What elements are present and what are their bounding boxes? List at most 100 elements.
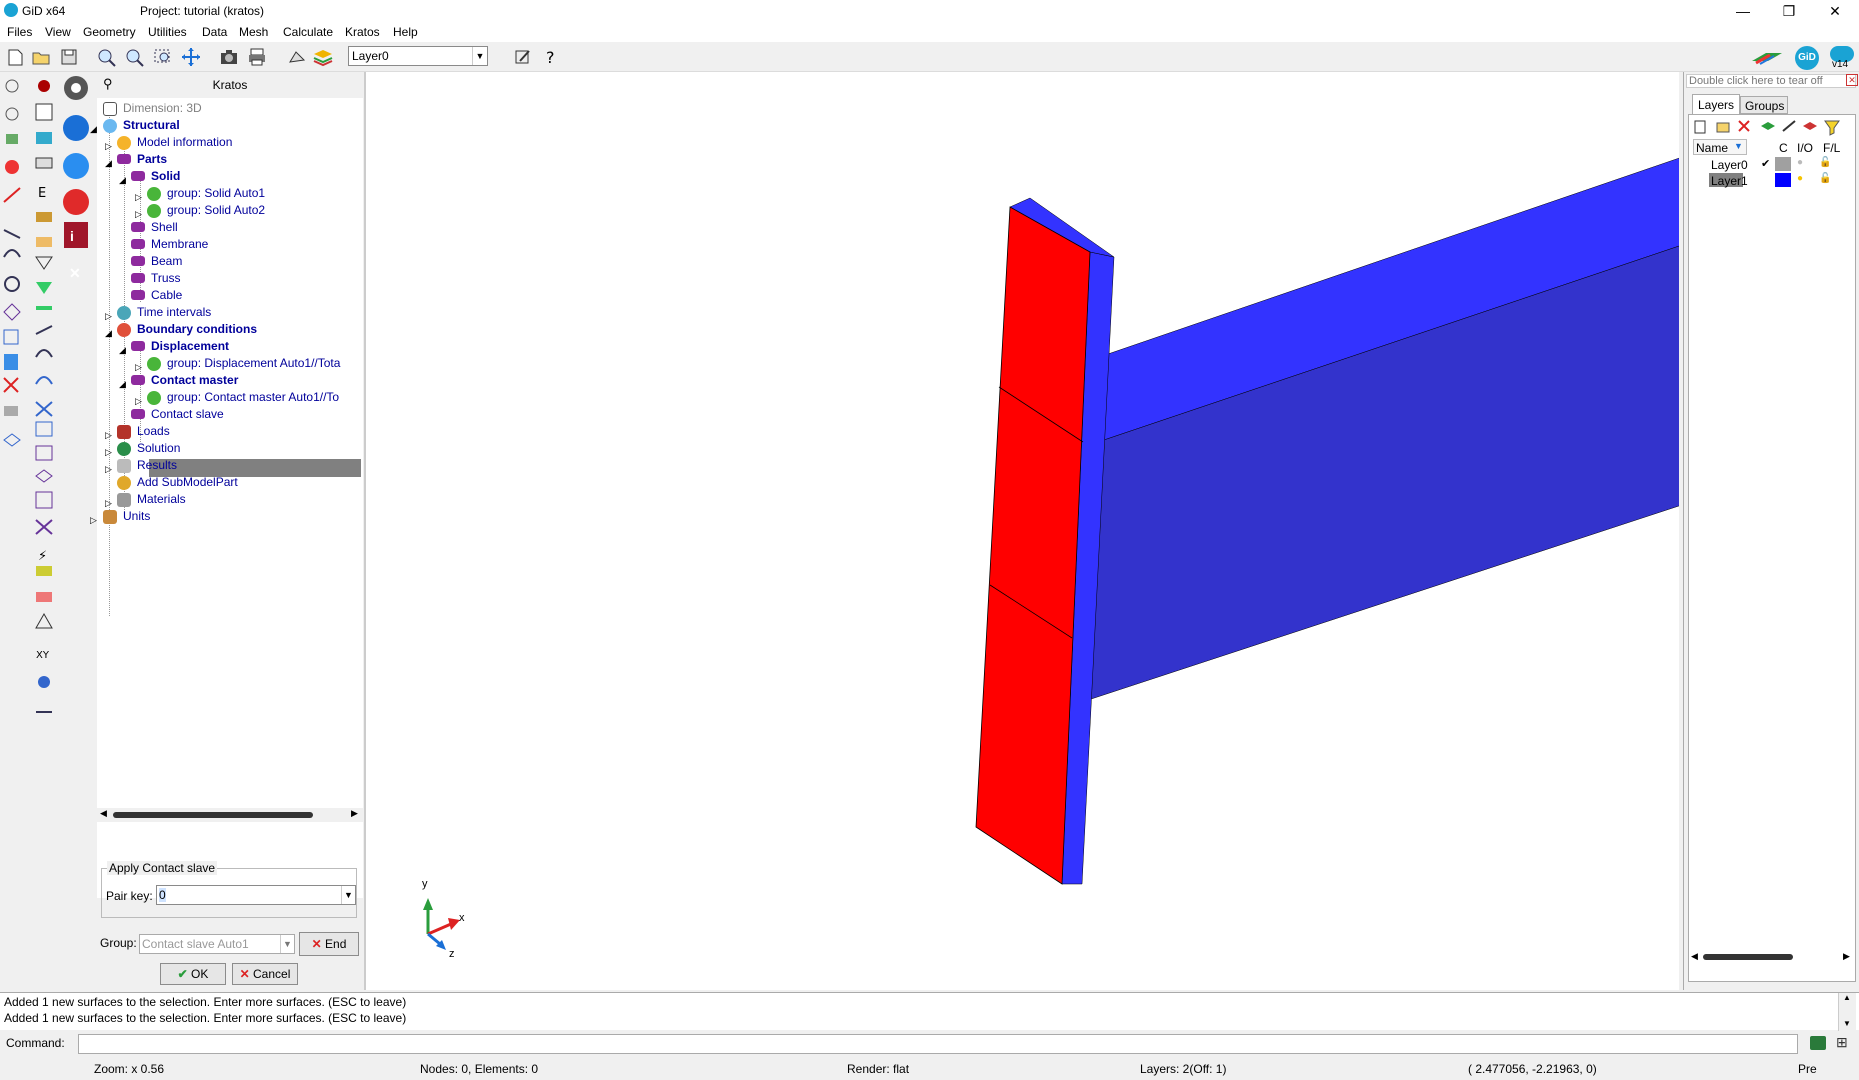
layers-icon[interactable] — [312, 47, 334, 67]
layers-horizontal-scrollbar[interactable]: ◀ ▶ — [1689, 951, 1855, 963]
tear-off-bar[interactable]: Double click here to tear off — [1686, 74, 1856, 88]
tree-view[interactable]: Dimension: 3D ◢ Structural ▷ Model infor… — [90, 98, 363, 898]
message-scrollbar[interactable]: ▲ ▼ — [1838, 993, 1856, 1031]
chevron-down-icon[interactable]: ▼ — [472, 47, 487, 65]
tree-node-solid[interactable]: Solid — [131, 169, 180, 187]
layer-row[interactable]: Layer0 ✔ ● 🔓 — [1693, 157, 1853, 173]
expand-icon[interactable]: ▷ — [105, 465, 114, 474]
collapse-icon[interactable]: ◢ — [119, 346, 128, 355]
pan-icon[interactable] — [180, 47, 202, 67]
expand-icon[interactable]: ▷ — [90, 516, 99, 525]
tree-node-loads[interactable]: Loads — [117, 424, 170, 442]
collapse-icon[interactable]: ◢ — [105, 329, 114, 338]
tree-node-contact-slave[interactable]: Contact slave — [131, 407, 224, 425]
zoom-out-icon[interactable] — [124, 47, 146, 67]
expand-icon[interactable]: ▷ — [105, 312, 114, 321]
print-icon[interactable] — [246, 47, 268, 67]
layer-color-swatch[interactable] — [1775, 173, 1791, 187]
menu-calculate[interactable]: Calculate — [283, 25, 333, 39]
close-panel-icon[interactable]: ✕ — [1846, 74, 1858, 86]
info-icon[interactable]: i — [70, 228, 74, 244]
tree-node-displacement[interactable]: Displacement — [131, 339, 229, 357]
tab-layers[interactable]: Layers — [1692, 94, 1740, 114]
menu-help[interactable]: Help — [393, 25, 418, 39]
restore-button[interactable]: ❐ — [1766, 0, 1812, 22]
graphics-viewport[interactable]: y x z — [364, 72, 1679, 990]
expand-icon[interactable]: ▷ — [105, 431, 114, 440]
sort-icon[interactable]: ▼ — [1734, 141, 1743, 151]
layer-toggle-icon[interactable] — [286, 47, 308, 67]
grid-icon[interactable]: ⊞ — [1836, 1034, 1848, 1051]
expand-icon[interactable]: ▷ — [135, 210, 144, 219]
tree-node-units[interactable]: Units — [103, 509, 150, 527]
scroll-right-icon[interactable]: ▶ — [351, 808, 358, 819]
tree-node-group-displacement-auto1[interactable]: group: Displacement Auto1//Tota — [147, 356, 340, 374]
expand-icon[interactable]: ▷ — [135, 193, 144, 202]
collapse-icon[interactable]: ◢ — [105, 159, 114, 168]
zoom-frame-icon[interactable] — [152, 47, 174, 67]
expand-icon[interactable]: ▷ — [135, 397, 144, 406]
minimize-button[interactable]: — — [1720, 0, 1766, 22]
expand-icon[interactable]: ▷ — [105, 448, 114, 457]
end-button[interactable]: ✕ End — [299, 932, 359, 956]
new-file-icon[interactable] — [4, 47, 26, 67]
tree-node-group-solid-auto2[interactable]: group: Solid Auto2 — [147, 203, 265, 221]
menu-kratos[interactable]: Kratos — [345, 25, 380, 39]
scroll-down-icon[interactable]: ▼ — [1843, 1019, 1851, 1028]
menu-utilities[interactable]: Utilities — [148, 25, 187, 39]
cancel-button[interactable]: ✕ Cancel — [232, 963, 298, 985]
close-button[interactable]: ✕ — [1812, 0, 1858, 22]
mouse-icon[interactable] — [1810, 1036, 1826, 1050]
tree-node-contact-master[interactable]: Contact master — [131, 373, 238, 391]
camera-icon[interactable] — [218, 47, 240, 67]
tree-node-structural[interactable]: Structural — [103, 118, 180, 136]
tree-node-shell[interactable]: Shell — [131, 220, 178, 238]
collapse-icon[interactable]: ◢ — [90, 125, 99, 134]
tree-node-cable[interactable]: Cable — [131, 288, 182, 306]
menu-geometry[interactable]: Geometry — [83, 25, 136, 39]
tree-node-solution[interactable]: Solution — [117, 441, 180, 459]
tree-node-beam[interactable]: Beam — [131, 254, 182, 272]
lock-icon[interactable]: 🔓 — [1819, 157, 1831, 168]
tree-node-parts[interactable]: Parts — [117, 152, 167, 170]
tree-node-boundary-conditions[interactable]: Boundary conditions — [117, 322, 257, 340]
pair-key-combo[interactable]: 0 ▼ — [156, 885, 356, 905]
zoom-in-icon[interactable] — [96, 47, 118, 67]
scroll-thumb[interactable] — [113, 812, 313, 818]
tree-node-truss[interactable]: Truss — [131, 271, 181, 289]
chevron-down-icon[interactable]: ▼ — [280, 935, 294, 953]
expand-icon[interactable]: ▷ — [105, 142, 114, 151]
tab-groups[interactable]: Groups — [1740, 96, 1788, 114]
scroll-up-icon[interactable]: ▲ — [1843, 993, 1851, 1002]
tree-node-group-solid-auto1[interactable]: group: Solid Auto1 — [147, 186, 265, 204]
expand-icon[interactable]: ▷ — [135, 363, 144, 372]
group-combo[interactable]: Contact slave Auto1 ▼ — [139, 934, 295, 954]
layer-row[interactable]: Layer1 ● 🔓 — [1693, 173, 1853, 189]
tree-node-group-contact-master-auto1[interactable]: group: Contact master Auto1//To — [147, 390, 339, 408]
pair-key-value[interactable]: 0 — [159, 888, 166, 902]
expand-icon[interactable]: ▷ — [105, 499, 114, 508]
help-icon[interactable]: ? — [540, 47, 562, 67]
collapse-icon[interactable]: ◢ — [119, 380, 128, 389]
save-icon[interactable] — [58, 47, 80, 67]
scroll-left-icon[interactable]: ◀ — [1691, 951, 1698, 962]
menu-mesh[interactable]: Mesh — [239, 25, 268, 39]
menu-data[interactable]: Data — [202, 25, 227, 39]
lightbulb-icon[interactable]: ● — [1797, 157, 1803, 168]
col-name-header[interactable]: Name ▼ — [1693, 139, 1747, 155]
tree-node-model-information[interactable]: Model information — [117, 135, 232, 153]
lock-icon[interactable]: 🔓 — [1819, 173, 1831, 184]
collapse-icon[interactable]: ◢ — [119, 176, 128, 185]
tree-node-results[interactable]: Results — [117, 458, 177, 476]
edit-icon[interactable] — [512, 47, 534, 67]
tree-node-add-submodelpart[interactable]: Add SubModelPart — [117, 475, 238, 493]
tree-node-time-intervals[interactable]: Time intervals — [117, 305, 211, 323]
lightbulb-icon[interactable]: ● — [1797, 173, 1803, 184]
flag-icon[interactable] — [1750, 47, 1784, 67]
menu-files[interactable]: Files — [7, 25, 32, 39]
open-folder-icon[interactable] — [30, 47, 52, 67]
menu-view[interactable]: View — [45, 25, 71, 39]
tree-node-materials[interactable]: Materials — [117, 492, 186, 510]
tree-horizontal-scrollbar[interactable]: ◀ ▶ — [97, 808, 363, 822]
scroll-thumb[interactable] — [1703, 954, 1793, 960]
